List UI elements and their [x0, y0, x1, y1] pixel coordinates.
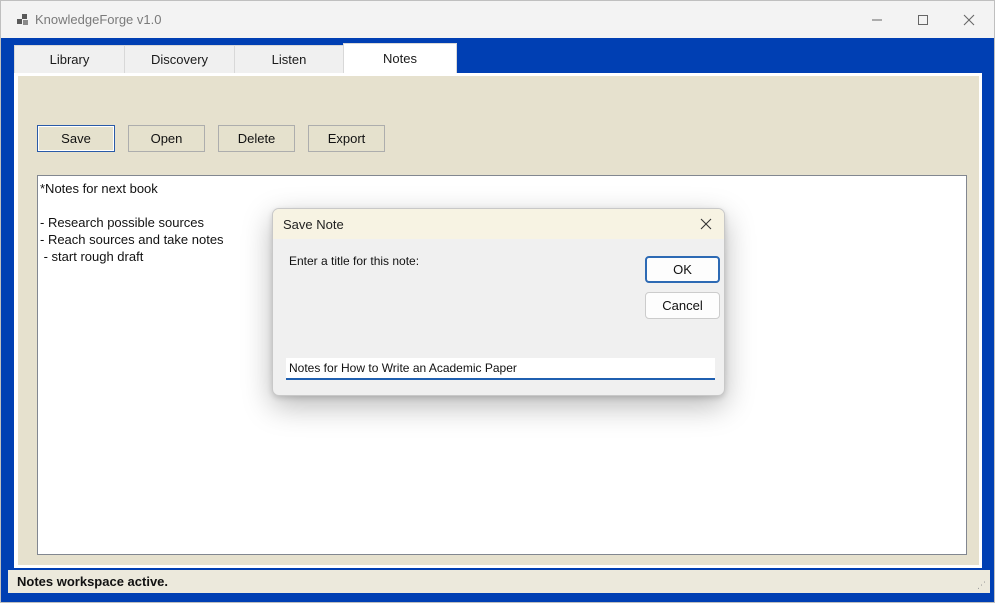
maximize-icon — [918, 14, 928, 25]
note-title-input[interactable] — [286, 358, 715, 380]
save-button[interactable]: Save — [37, 125, 115, 152]
maximize-button[interactable] — [900, 1, 946, 38]
status-bar: Notes workspace active. ⋰ — [8, 570, 990, 593]
dialog-prompt: Enter a title for this note: — [289, 254, 420, 268]
close-icon — [700, 218, 712, 230]
cancel-button[interactable]: Cancel — [645, 292, 720, 319]
save-note-dialog: Save Note Enter a title for this note: O… — [272, 208, 725, 396]
window-title: KnowledgeForge v1.0 — [35, 12, 162, 27]
app-icon — [17, 14, 28, 25]
status-text: Notes workspace active. — [17, 574, 169, 589]
dialog-title: Save Note — [283, 217, 344, 232]
close-button[interactable] — [946, 1, 992, 38]
close-icon — [963, 14, 975, 25]
title-bar[interactable]: KnowledgeForge v1.0 — [1, 1, 994, 38]
dialog-title-bar[interactable]: Save Note — [273, 209, 724, 239]
tab-library[interactable]: Library — [14, 45, 125, 74]
app-window: KnowledgeForge v1.0 Library Discovery Li… — [0, 0, 995, 603]
tab-discovery[interactable]: Discovery — [124, 45, 235, 74]
tab-listen[interactable]: Listen — [234, 45, 344, 74]
dialog-close-button[interactable] — [693, 212, 719, 236]
tab-notes[interactable]: Notes — [343, 43, 457, 75]
delete-button[interactable]: Delete — [218, 125, 295, 152]
open-button[interactable]: Open — [128, 125, 205, 152]
resize-grip-icon[interactable]: ⋰ — [977, 580, 987, 590]
minimize-button[interactable] — [854, 1, 900, 38]
ok-button[interactable]: OK — [645, 256, 720, 283]
export-button[interactable]: Export — [308, 125, 385, 152]
minimize-icon — [872, 19, 882, 20]
